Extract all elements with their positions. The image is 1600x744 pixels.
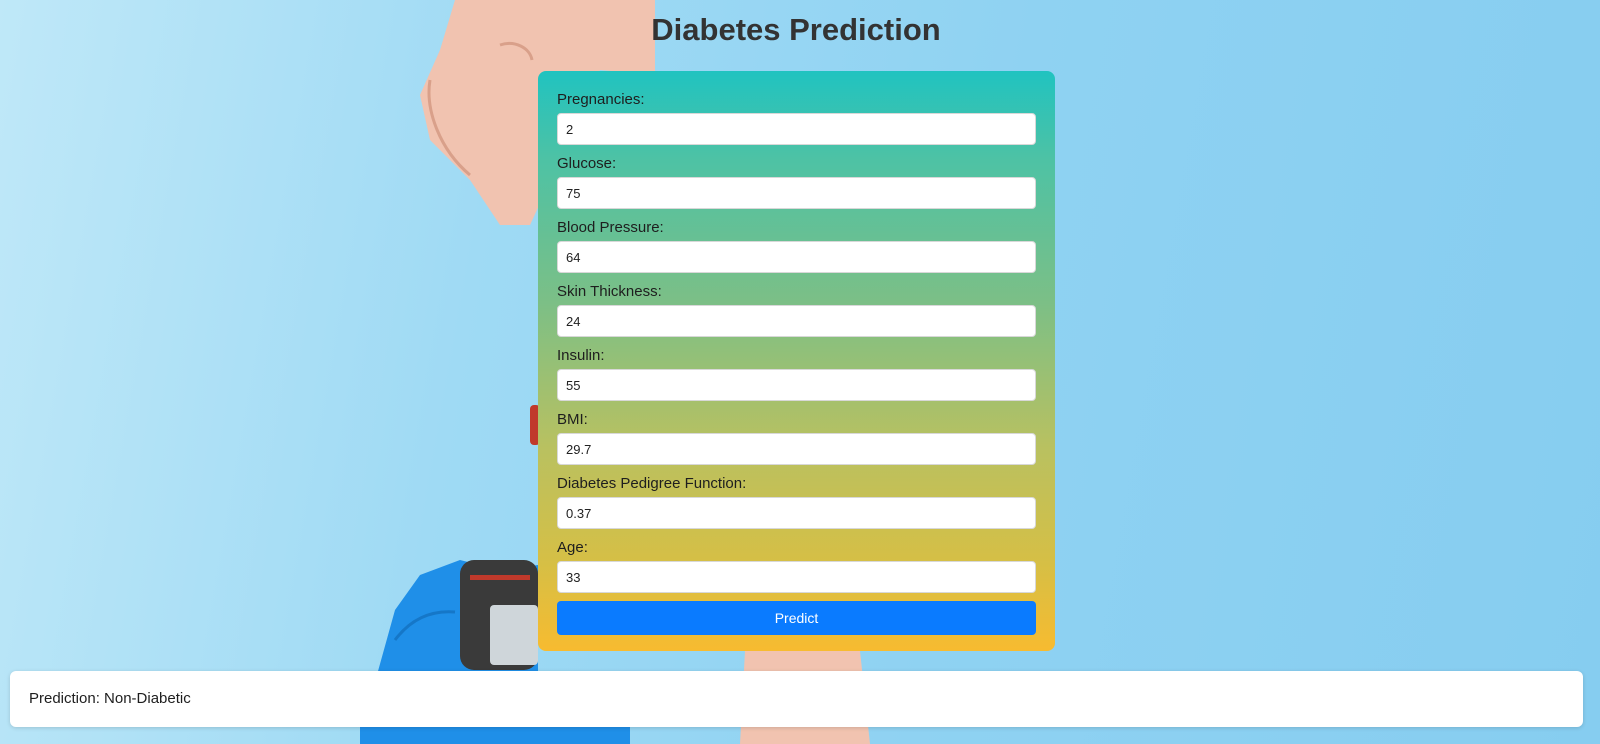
insulin-label: Insulin: (557, 347, 605, 364)
age-input[interactable] (557, 561, 1036, 593)
field-skin-thickness: Skin Thickness: (557, 281, 1036, 337)
skin-thickness-input[interactable] (557, 305, 1036, 337)
glucose-input[interactable] (557, 177, 1036, 209)
prediction-result-text: Prediction: Non-Diabetic (29, 690, 191, 707)
bmi-label: BMI: (557, 411, 588, 428)
skin-thickness-label: Skin Thickness: (557, 283, 662, 300)
field-blood-pressure: Blood Pressure: (557, 217, 1036, 273)
field-glucose: Glucose: (557, 153, 1036, 209)
blood-pressure-label: Blood Pressure: (557, 219, 664, 236)
page-title: Diabetes Prediction (651, 12, 941, 47)
diabetes-pedigree-function-input[interactable] (557, 497, 1036, 529)
blood-pressure-input[interactable] (557, 241, 1036, 273)
pregnancies-label: Pregnancies: (557, 91, 645, 108)
predict-button[interactable]: Predict (557, 601, 1036, 635)
field-insulin: Insulin: (557, 345, 1036, 401)
field-bmi: BMI: (557, 409, 1036, 465)
glucose-label: Glucose: (557, 155, 617, 172)
diabetes-pedigree-function-label: Diabetes Pedigree Function: (557, 475, 747, 492)
field-age: Age: (557, 537, 1036, 593)
field-diabetes-pedigree-function: Diabetes Pedigree Function: (557, 473, 1036, 529)
insulin-input[interactable] (557, 369, 1036, 401)
bmi-input[interactable] (557, 433, 1036, 465)
pregnancies-input[interactable] (557, 113, 1036, 145)
prediction-result: Prediction: Non-Diabetic (10, 671, 1583, 727)
field-pregnancies: Pregnancies: (557, 89, 1036, 145)
prediction-form: Pregnancies: Glucose: Blood Pressure: Sk… (538, 71, 1055, 651)
age-label: Age: (557, 539, 588, 556)
